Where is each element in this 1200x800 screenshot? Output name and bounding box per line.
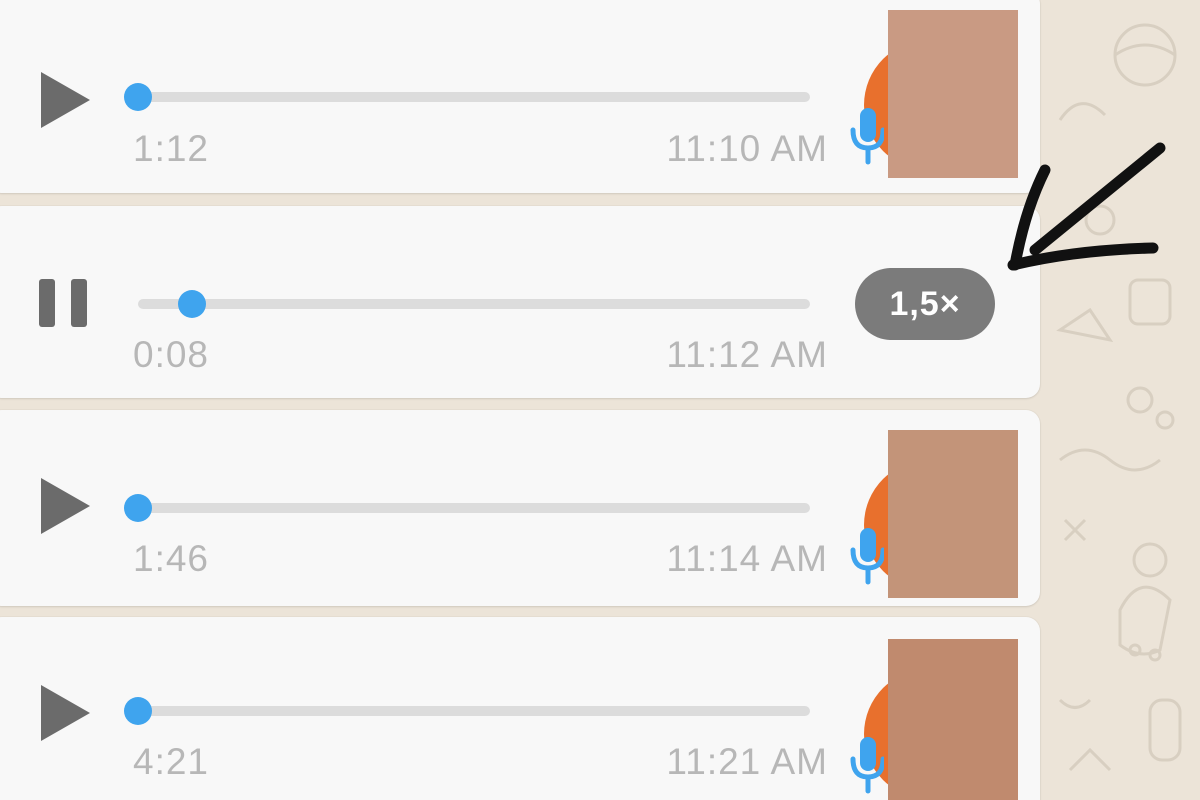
playback-speed-button[interactable]: 1,5× (855, 268, 995, 340)
audio-progress-knob[interactable] (177, 290, 206, 318)
audio-progress-track[interactable] (124, 697, 810, 725)
voice-message: 0:08 11:12 AM 1,5× (0, 206, 1040, 398)
voice-message-duration: 4:21 (133, 741, 210, 782)
voice-message-duration: 0:08 (133, 334, 210, 375)
message-timestamp: 11:10 AM (666, 128, 828, 169)
hand-drawn-arrow (1007, 142, 1166, 271)
message-timestamp: 11:14 AM (666, 538, 828, 579)
voice-message-duration: 1:46 (133, 538, 210, 579)
play-icon[interactable] (38, 683, 94, 743)
voice-message-duration: 1:12 (133, 128, 210, 169)
avatar-photo (888, 430, 1018, 598)
play-icon[interactable] (38, 476, 94, 536)
microphone-icon (850, 108, 884, 165)
microphone-icon (850, 737, 884, 794)
audio-progress-track[interactable] (138, 290, 810, 318)
play-icon[interactable] (38, 70, 94, 130)
microphone-icon (850, 528, 884, 585)
pause-icon[interactable] (38, 278, 90, 328)
audio-progress-track[interactable] (124, 494, 810, 522)
audio-progress-knob[interactable] (124, 494, 152, 522)
message-timestamp: 11:21 AM (666, 741, 828, 782)
sender-avatar (850, 430, 1028, 600)
message-timestamp: 11:12 AM (666, 334, 828, 375)
audio-progress-track[interactable] (124, 83, 810, 111)
voice-message: 4:21 11:21 AM (0, 617, 1040, 800)
avatar-photo (888, 639, 1018, 800)
sender-avatar (850, 639, 1028, 800)
audio-progress-knob[interactable] (124, 697, 152, 725)
voice-message: 1:12 11:10 AM (0, 0, 1040, 193)
audio-progress-knob[interactable] (124, 83, 152, 111)
voice-message: 1:46 11:14 AM (0, 410, 1040, 606)
